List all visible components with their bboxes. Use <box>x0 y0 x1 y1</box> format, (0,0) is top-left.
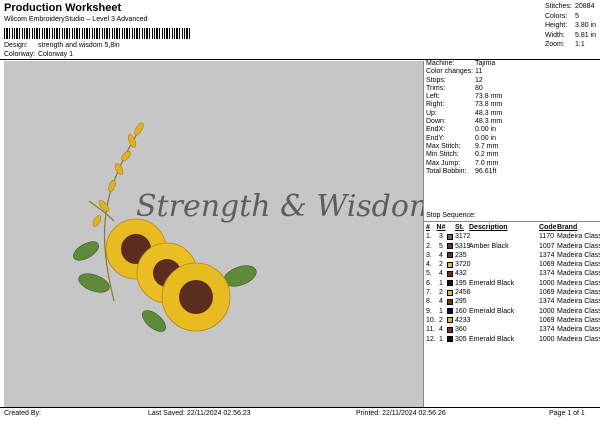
info-row: Right: 73.8 mm <box>426 101 503 109</box>
info-row: Up: 48.3 mm <box>426 109 503 117</box>
table-row: 9.1160Emerald Black1000Madeira Classic 4… <box>426 307 600 315</box>
table-row: 1.331721170Madeira Classic 40 <box>426 233 600 241</box>
info-row: Machine: Tajima <box>426 60 496 67</box>
info-row: Min Stitch: 0.2 mm <box>426 151 499 159</box>
design-row: Design: strength and wisdom 5,8in <box>4 42 120 49</box>
panel-divider <box>423 61 424 407</box>
stop-sequence-title: Stop Sequence: <box>426 212 476 219</box>
last-saved: Last Saved: 22/11/2024 02.56.23 <box>148 410 251 417</box>
table-row: 6.1195Emerald Black1000Madeira Classic 4… <box>426 279 600 287</box>
footer-divider <box>0 407 600 408</box>
color-swatch <box>447 252 453 259</box>
table-row: 3.42351374Madeira Classic 40 <box>426 251 600 259</box>
stat-row: Width: 5.81 in <box>545 31 597 39</box>
sequence-divider <box>424 221 600 222</box>
barcode <box>4 28 190 39</box>
printed-date: Printed: 22/11/2024 02.56.26 <box>356 410 446 417</box>
color-swatch <box>447 289 453 296</box>
info-row: Stops: 12 <box>426 76 483 84</box>
color-swatch <box>447 233 453 240</box>
info-row: Max Stitch: 9.7 mm <box>426 142 499 150</box>
stat-row: Stitches: 20884 <box>545 3 595 10</box>
stat-row: Height: 3.80 in <box>545 22 597 29</box>
embroidery-design: Strength & Wisdom <box>73 122 437 332</box>
stat-row: Colors: 5 <box>545 12 579 20</box>
info-row: Max Jump: 7.0 mm <box>426 159 499 167</box>
color-swatch <box>447 243 453 250</box>
info-row: EndY: 0.00 in <box>426 134 497 142</box>
design-text: Strength & Wisdom <box>136 189 423 224</box>
info-row: Total Bobbin: 96.61ft <box>426 167 497 175</box>
table-row: 2.55319Amber Black1007Madeira Classic 40 <box>426 242 600 250</box>
info-row: Trims: 80 <box>426 84 483 92</box>
table-row: 11.43601374Madeira Classic 40 <box>426 326 600 334</box>
design-preview: Strength & Wisdom <box>4 61 437 407</box>
design-stats: Stitches: 20884 Colors: 5 Height: 3.80 in W… <box>545 2 597 50</box>
table-row: 5.44321374Madeira Classic 40 <box>426 270 600 278</box>
table-header: # N# St. Description Code Brand <box>426 224 578 231</box>
info-row: EndX: 0.00 in <box>426 126 497 134</box>
design-label: Design: <box>4 42 28 49</box>
table-row: 12.1305Emerald Black1000Madeira Classic … <box>426 335 600 343</box>
software-name: Wilcom EmbroideryStudio – Level 3 Advanc… <box>4 16 148 23</box>
sunflower-icon <box>105 218 231 332</box>
colorway-value: Colorway 1 <box>37 51 73 58</box>
stop-sequence-table: # N# St. Description Code Brand 1. 3 3172 1… <box>426 223 600 344</box>
worksheet-title: Production Worksheet <box>4 2 122 14</box>
created-by: Created By: <box>4 410 41 417</box>
color-swatch <box>447 326 453 333</box>
table-row: 4.237201069Madeira Classic 40 <box>426 261 600 269</box>
table-row: 8.42951374Madeira Classic 40 <box>426 298 600 306</box>
info-row: Left: 73.8 mm <box>426 93 503 101</box>
page-number: Page 1 of 1 <box>549 410 585 417</box>
machine-info: Machine: Tajima Color changes: 11 Stops: 12… <box>426 60 525 176</box>
color-swatch <box>447 317 453 324</box>
colorway-row: Colorway: Colorway 1 <box>4 51 73 58</box>
info-row: Down: 48.3 mm <box>426 118 503 126</box>
color-swatch <box>447 308 453 315</box>
info-row: Color changes: 11 <box>426 68 483 76</box>
color-swatch <box>447 270 453 277</box>
stat-row: Zoom: 1:1 <box>545 41 585 48</box>
color-swatch <box>447 280 453 287</box>
color-swatch <box>447 298 453 305</box>
color-swatch <box>447 261 453 268</box>
colorway-label: Colorway: <box>4 51 36 58</box>
color-swatch <box>447 336 453 343</box>
design-value: strength and wisdom 5,8in <box>37 42 120 49</box>
table-row: 7.224561069Madeira Classic 40 <box>426 289 600 297</box>
table-row: 10.242331069Madeira Classic 40 <box>426 316 600 324</box>
